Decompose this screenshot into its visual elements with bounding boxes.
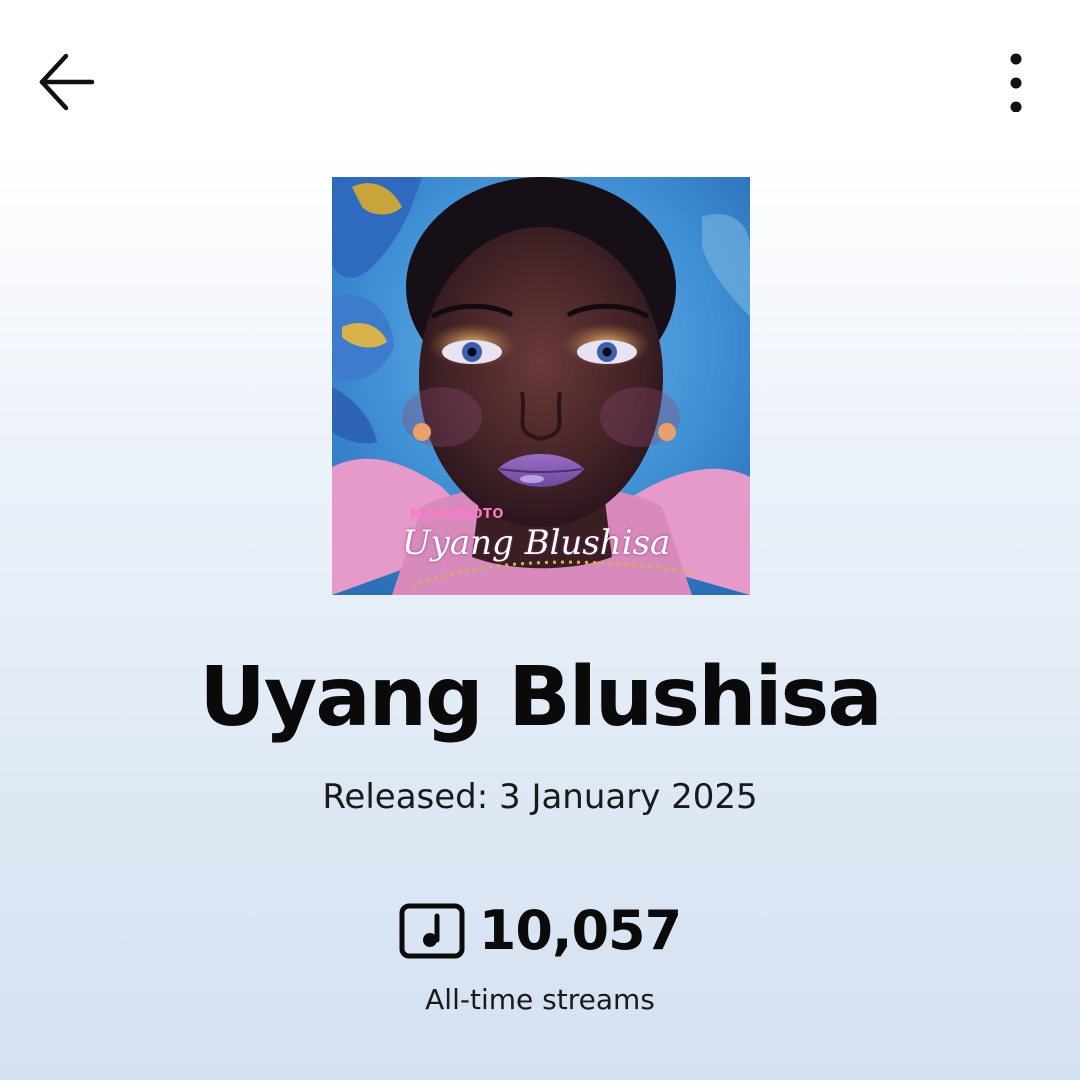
streams-label: All-time streams — [425, 983, 655, 1016]
cover-artist-text: MJ WEMOTO — [410, 507, 504, 522]
arrow-left-icon — [39, 53, 95, 111]
music-note-icon — [399, 903, 465, 959]
back-button[interactable] — [24, 40, 108, 124]
album-cover[interactable]: MJ WEMOTO Uyang Blushisa — [332, 177, 750, 595]
track-title: Uyang Blushisa — [199, 650, 882, 745]
release-date: Released: 3 January 2025 — [322, 777, 758, 817]
streams-count: 10,057 — [478, 899, 682, 962]
cover-title-text: Uyang Blushisa — [402, 523, 671, 563]
more-vertical-icon — [1010, 53, 1022, 112]
streams-stat: 10,057 — [0, 898, 1080, 964]
top-bar — [0, 0, 1080, 160]
more-options-button[interactable] — [978, 40, 1054, 124]
